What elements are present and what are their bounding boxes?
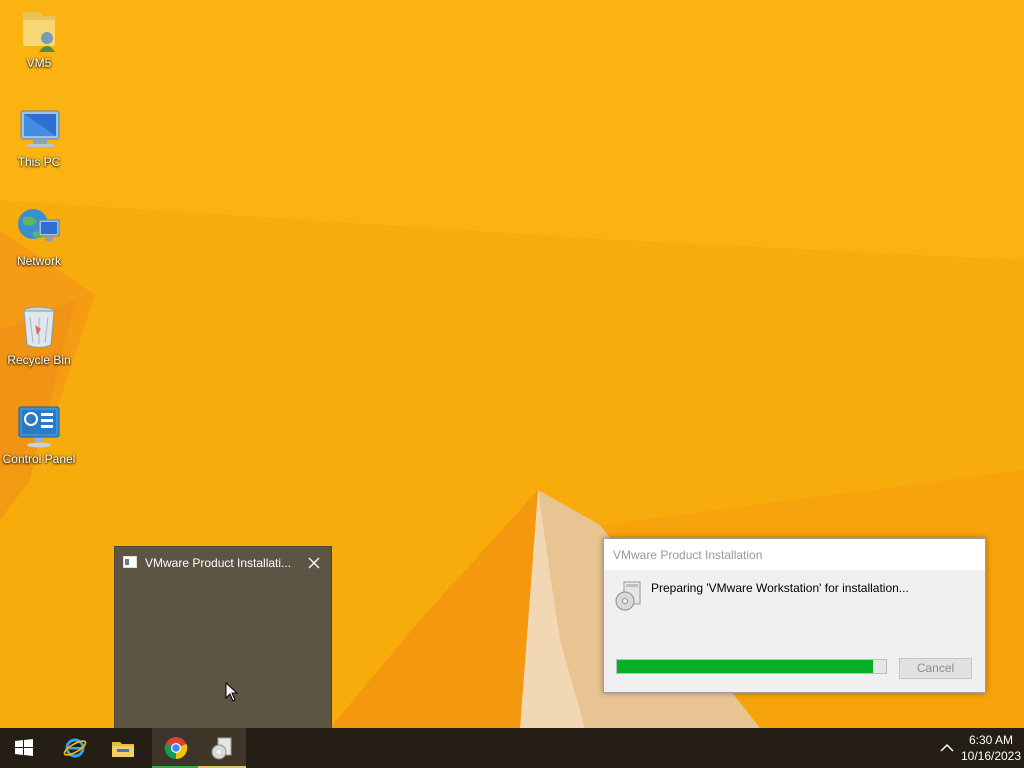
windows-logo-icon bbox=[15, 739, 33, 756]
recycle-bin-icon bbox=[23, 306, 55, 348]
dialog-title: VMware Product Installation bbox=[613, 548, 763, 562]
cancel-button[interactable]: Cancel bbox=[899, 658, 972, 679]
desktop-icon-label: VM5 bbox=[26, 56, 52, 70]
computer-icon bbox=[20, 110, 60, 147]
installation-dialog[interactable]: VMware Product Installation Preparing 'V… bbox=[603, 538, 986, 693]
chrome-icon bbox=[164, 737, 188, 760]
taskbar-clock[interactable]: 6:30 AM 10/16/2023 bbox=[958, 732, 1024, 764]
file-explorer-button[interactable] bbox=[99, 728, 147, 768]
dialog-body: Preparing 'VMware Workstation' for insta… bbox=[604, 570, 985, 692]
desktop-icon-label: Network bbox=[16, 254, 61, 268]
control-panel-icon bbox=[18, 406, 60, 448]
desktop-icon-label: This PC bbox=[17, 155, 61, 169]
desktop-icon-label: Control Panel bbox=[2, 452, 76, 466]
taskbar-thumbnail-preview[interactable]: VMware Product Installati... bbox=[114, 546, 332, 728]
window-app-icon bbox=[123, 556, 137, 568]
installation-progress-bar bbox=[616, 659, 887, 674]
desktop-icon-recycle-bin[interactable]: Recycle Bin bbox=[0, 303, 78, 367]
desktop-icon-control-panel[interactable]: Control Panel bbox=[0, 402, 78, 466]
mouse-cursor-icon bbox=[225, 682, 239, 702]
vmware-installer-button[interactable] bbox=[198, 728, 246, 768]
desktop-icon-vm5[interactable]: VM5 bbox=[0, 6, 78, 70]
desktop-icon-label: Recycle Bin bbox=[7, 353, 71, 367]
internet-explorer-button[interactable] bbox=[51, 728, 99, 768]
dialog-titlebar[interactable]: VMware Product Installation bbox=[604, 539, 985, 570]
chrome-button[interactable] bbox=[152, 728, 200, 768]
thumbnail-title: VMware Product Installati... bbox=[145, 556, 292, 570]
taskbar: 6:30 AM 10/16/2023 bbox=[0, 728, 1024, 768]
close-icon[interactable] bbox=[307, 556, 321, 570]
progress-fill bbox=[617, 660, 873, 673]
desktop-icon-this-pc[interactable]: This PC bbox=[0, 105, 78, 169]
installer-icon bbox=[211, 737, 232, 760]
clock-time: 6:30 AM bbox=[968, 733, 1014, 747]
desktop: VM5 This PC Network Recycle Bin Control … bbox=[0, 0, 1024, 728]
file-explorer-icon bbox=[112, 742, 134, 757]
dialog-message: Preparing 'VMware Workstation' for insta… bbox=[651, 581, 909, 595]
clock-date: 10/16/2023 bbox=[960, 749, 1022, 763]
show-hidden-icons-chevron-icon[interactable] bbox=[938, 741, 956, 755]
start-button[interactable] bbox=[0, 728, 48, 768]
desktop-icon-network[interactable]: Network bbox=[0, 204, 78, 268]
internet-explorer-icon bbox=[63, 738, 87, 758]
installer-cd-icon bbox=[615, 581, 641, 611]
user-folder-icon bbox=[23, 12, 55, 52]
network-icon bbox=[18, 209, 60, 241]
